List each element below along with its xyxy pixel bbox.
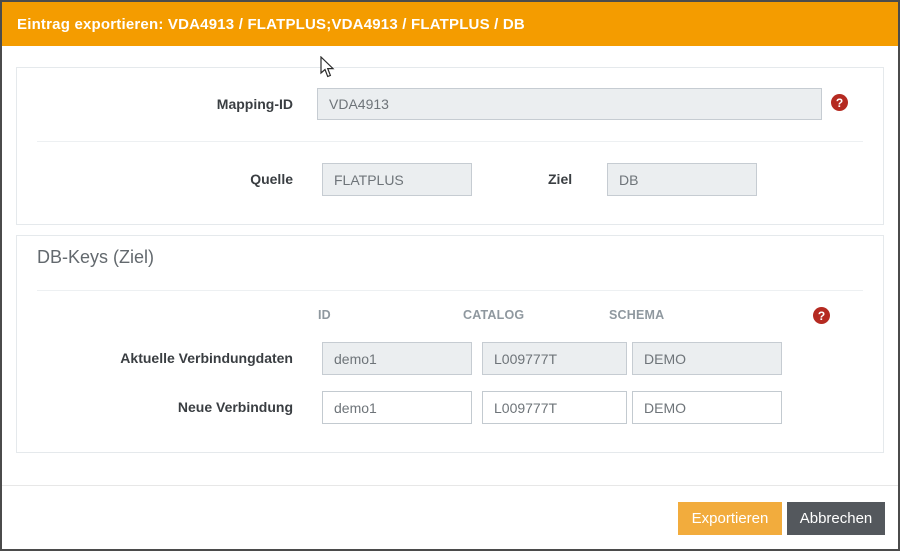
db-keys-heading: DB-Keys (Ziel) — [37, 247, 154, 268]
quelle-label: Quelle — [17, 169, 293, 189]
divider — [37, 290, 863, 291]
new-id-input[interactable] — [322, 391, 472, 424]
current-id-input — [322, 342, 472, 375]
current-connection-label: Aktuelle Verbindungdaten — [17, 348, 293, 368]
column-header-id: ID — [318, 308, 331, 322]
cancel-button[interactable]: Abbrechen — [787, 502, 885, 535]
new-connection-label: Neue Verbindung — [17, 397, 293, 417]
mapping-panel: Mapping-ID ? Quelle Ziel — [16, 67, 884, 225]
divider — [37, 141, 863, 142]
new-schema-input[interactable] — [632, 391, 782, 424]
mapping-id-input — [317, 88, 822, 120]
current-catalog-input — [482, 342, 627, 375]
help-icon[interactable]: ? — [813, 307, 830, 324]
export-dialog: Eintrag exportieren: VDA4913 / FLATPLUS;… — [0, 0, 900, 551]
dialog-titlebar: Eintrag exportieren: VDA4913 / FLATPLUS;… — [2, 2, 898, 46]
help-icon[interactable]: ? — [831, 94, 848, 111]
dialog-title: Eintrag exportieren: VDA4913 / FLATPLUS;… — [17, 16, 525, 33]
quelle-input — [322, 163, 472, 196]
footer-divider — [2, 485, 898, 486]
db-keys-panel: DB-Keys (Ziel) ID CATALOG SCHEMA ? Aktue… — [16, 235, 884, 453]
current-schema-input — [632, 342, 782, 375]
column-header-schema: SCHEMA — [609, 308, 664, 322]
mapping-id-label: Mapping-ID — [17, 94, 293, 114]
export-button[interactable]: Exportieren — [678, 502, 782, 535]
ziel-label: Ziel — [548, 169, 572, 189]
new-catalog-input[interactable] — [482, 391, 627, 424]
column-header-catalog: CATALOG — [463, 308, 524, 322]
ziel-input — [607, 163, 757, 196]
